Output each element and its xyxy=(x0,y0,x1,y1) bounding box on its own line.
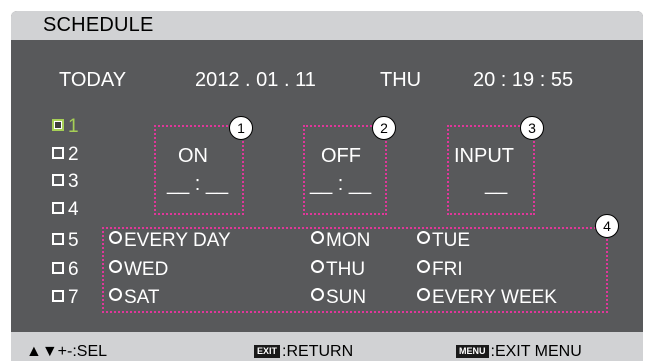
on-time-value[interactable]: __ : __ xyxy=(167,173,228,195)
schedule-slot-4[interactable]: 4 xyxy=(52,200,79,220)
radio-icon[interactable] xyxy=(311,231,324,244)
menu-key-icon: MENU xyxy=(456,345,489,358)
radio-icon[interactable] xyxy=(109,260,122,273)
exit-key-icon: EXIT xyxy=(254,345,281,358)
schedule-slot-5[interactable]: 5 xyxy=(52,231,79,251)
checkbox-icon[interactable] xyxy=(52,147,64,159)
today-time: 20 : 19 : 55 xyxy=(473,69,574,91)
callout-4-icon: 4 xyxy=(595,214,619,238)
slot-number: 5 xyxy=(68,230,79,251)
day-option-thu[interactable]: THU xyxy=(311,260,365,280)
radio-icon[interactable] xyxy=(109,288,122,301)
on-time-field[interactable] xyxy=(154,125,244,215)
on-label: ON xyxy=(178,145,208,167)
day-option-sat[interactable]: SAT xyxy=(109,288,160,308)
off-time-value[interactable]: __ : __ xyxy=(310,173,371,195)
schedule-slot-3[interactable]: 3 xyxy=(52,172,79,192)
callout-2-icon: 2 xyxy=(372,116,396,140)
schedule-slot-2[interactable]: 2 xyxy=(52,145,79,165)
day-option-wed[interactable]: WED xyxy=(109,260,168,280)
hint-bar: ▲▼+-:SEL EXIT:RETURN MENU:EXIT MENU xyxy=(11,332,643,361)
radio-icon[interactable] xyxy=(417,260,430,273)
day-option-mon[interactable]: MON xyxy=(311,231,370,251)
schedule-panel: SCHEDULE TODAY 2012 . 01 . 11 THU 20 : 1… xyxy=(11,11,643,361)
checked-checkbox-icon[interactable] xyxy=(52,119,64,131)
slot-number: 3 xyxy=(68,171,79,192)
day-option-sun[interactable]: SUN xyxy=(311,288,366,308)
day-option-every-week[interactable]: EVERY WEEK xyxy=(417,288,557,308)
callout-1-icon: 1 xyxy=(229,116,253,140)
radio-icon[interactable] xyxy=(311,260,324,273)
slot-number: 6 xyxy=(68,259,79,280)
radio-icon[interactable] xyxy=(417,288,430,301)
day-option-fri[interactable]: FRI xyxy=(417,260,463,280)
day-option-every-day[interactable]: EVERY DAY xyxy=(109,231,231,251)
title-bar: SCHEDULE xyxy=(11,11,643,40)
slot-number: 1 xyxy=(68,116,79,137)
exit-menu-hint: MENU:EXIT MENU xyxy=(456,343,582,361)
radio-icon[interactable] xyxy=(109,231,122,244)
select-hint: ▲▼+-:SEL xyxy=(26,343,108,360)
schedule-slot-1[interactable]: 1 xyxy=(52,117,79,137)
day-option-tue[interactable]: TUE xyxy=(417,231,470,251)
checkbox-icon[interactable] xyxy=(52,202,64,214)
input-label: INPUT xyxy=(454,145,514,167)
today-weekday: THU xyxy=(380,69,422,91)
checkbox-icon[interactable] xyxy=(52,262,64,274)
return-hint: EXIT:RETURN xyxy=(254,343,353,361)
checkbox-icon[interactable] xyxy=(52,290,64,302)
radio-icon[interactable] xyxy=(417,231,430,244)
radio-icon[interactable] xyxy=(311,288,324,301)
slot-number: 4 xyxy=(68,199,79,220)
checkbox-icon[interactable] xyxy=(52,233,64,245)
schedule-slot-6[interactable]: 6 xyxy=(52,260,79,280)
callout-3-icon: 3 xyxy=(520,116,544,140)
input-source-field[interactable] xyxy=(447,125,535,215)
schedule-slot-7[interactable]: 7 xyxy=(52,288,79,308)
slot-number: 7 xyxy=(68,287,79,308)
slot-number: 2 xyxy=(68,144,79,165)
page-title: SCHEDULE xyxy=(43,14,154,36)
off-time-field[interactable] xyxy=(303,125,387,215)
off-label: OFF xyxy=(321,145,361,167)
checkbox-icon[interactable] xyxy=(52,174,64,186)
arrow-keys-icon: ▲▼+- xyxy=(26,343,73,360)
today-date: 2012 . 01 . 11 xyxy=(195,69,316,91)
input-source-value[interactable]: __ xyxy=(485,173,507,195)
today-label: TODAY xyxy=(59,69,127,91)
